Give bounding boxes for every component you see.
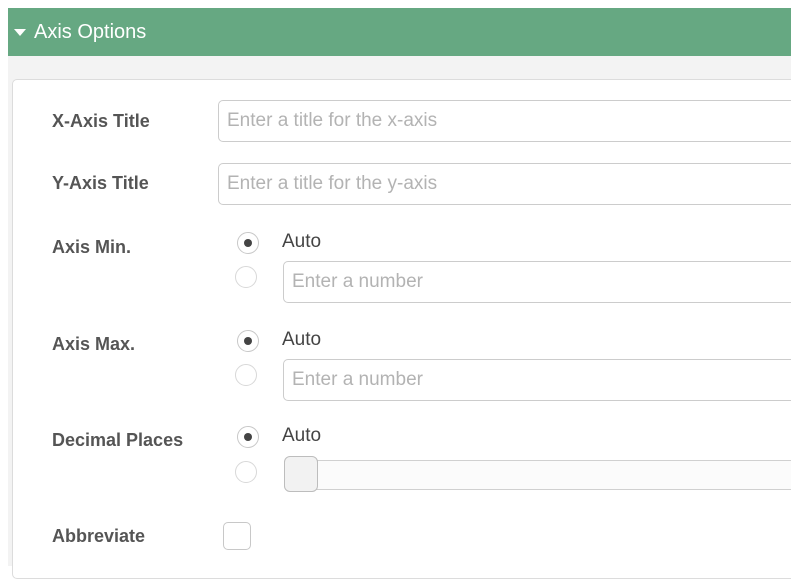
y-axis-title-input[interactable]: [218, 163, 791, 205]
axis-min-custom-radio[interactable]: [235, 266, 257, 288]
axis-max-number-input[interactable]: [283, 359, 791, 401]
axis-max-auto-label: Auto: [282, 329, 322, 350]
axis-max-auto-radio[interactable]: [237, 330, 259, 352]
axis-min-auto-radio[interactable]: [237, 232, 259, 254]
axis-options-header[interactable]: Axis Options: [8, 8, 791, 56]
decimal-places-slider-handle[interactable]: [284, 456, 318, 492]
decimal-places-label: Decimal Places: [52, 430, 184, 450]
decimal-places-auto-label: Auto: [282, 425, 322, 446]
caret-down-icon[interactable]: [14, 29, 26, 36]
decimal-places-auto-radio[interactable]: [237, 426, 259, 448]
section-title: Axis Options: [34, 21, 147, 43]
x-axis-title-input[interactable]: [218, 100, 791, 142]
axis-min-auto-label: Auto: [282, 231, 322, 252]
axis-min-label: Axis Min.: [52, 237, 132, 257]
decimal-places-slider[interactable]: [284, 460, 791, 490]
axis-max-label: Axis Max.: [52, 334, 136, 354]
y-axis-title-label: Y-Axis Title: [52, 173, 149, 193]
decimal-places-custom-radio[interactable]: [235, 461, 257, 483]
axis-min-number-input[interactable]: [283, 261, 791, 303]
axis-options-panel: [12, 79, 791, 579]
abbreviate-checkbox[interactable]: [223, 522, 251, 550]
x-axis-title-label: X-Axis Title: [52, 111, 150, 131]
abbreviate-label: Abbreviate: [52, 526, 146, 546]
axis-max-custom-radio[interactable]: [235, 364, 257, 386]
